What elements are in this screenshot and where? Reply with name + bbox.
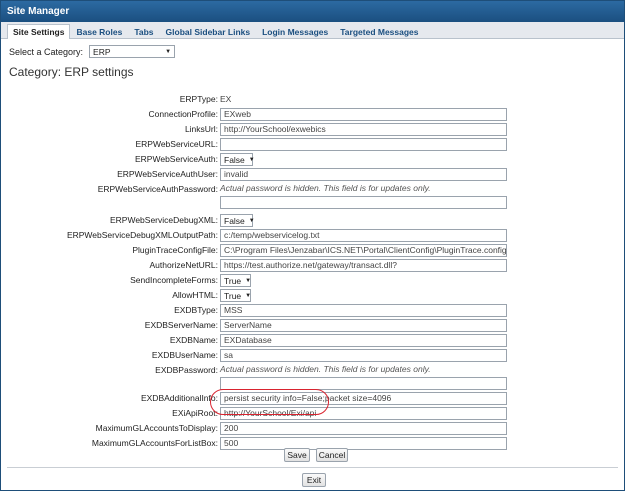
- chevron-down-icon: ▼: [248, 156, 255, 163]
- field-label: EXiApiRoot:: [172, 408, 218, 418]
- row-sendincompleteforms: SendIncompleteForms: True ▼: [1, 274, 625, 289]
- erptype-value: EX: [220, 94, 232, 104]
- chevron-down-icon: ▼: [245, 292, 252, 299]
- category-selector-row: Select a Category: ERP ▼: [9, 45, 176, 58]
- row-exdbusername: EXDBUserName: sa: [1, 349, 625, 364]
- row-exdbtype: EXDBType: MSS: [1, 304, 625, 319]
- field-label: ConnectionProfile:: [148, 109, 218, 119]
- allowhtml-select[interactable]: True ▼: [220, 289, 251, 302]
- row-erpwebserviceurl: ERPWebServiceURL:: [1, 138, 625, 153]
- row-erpwebserviceauthpassword-input: [1, 196, 625, 211]
- erpwebserviceauth-select[interactable]: False ▼: [220, 153, 255, 166]
- maximumglaccountsforlistbox-input[interactable]: 500: [220, 437, 507, 450]
- tab-tabs[interactable]: Tabs: [128, 24, 159, 38]
- field-label: MaximumGLAccountsForListBox:: [91, 438, 218, 448]
- row-allowhtml: AllowHTML: True ▼: [1, 289, 625, 304]
- row-exdbpassword-input: [1, 377, 625, 392]
- field-label: ERPType:: [179, 94, 218, 104]
- field-label: EXDBAdditionalInfo:: [140, 393, 218, 403]
- exiapiroot-input[interactable]: http://YourSchool/Exi/api: [220, 407, 507, 420]
- password-hint: Actual password is hidden. This field is…: [220, 183, 431, 193]
- field-label: LinksUrl:: [184, 124, 218, 134]
- erpwebservicedebugxml-select[interactable]: False ▼: [220, 214, 255, 227]
- tab-bar: Site Settings Base Roles Tabs Global Sid…: [1, 22, 624, 39]
- row-exdbname: EXDBName: EXDatabase: [1, 334, 625, 349]
- password-hint: Actual password is hidden. This field is…: [220, 364, 431, 374]
- row-exiapiroot: EXiApiRoot: http://YourSchool/Exi/api: [1, 407, 625, 422]
- save-button[interactable]: Save: [284, 448, 310, 462]
- select-value: False: [224, 215, 245, 226]
- exdbtype-input[interactable]: MSS: [220, 304, 507, 317]
- row-maximumglaccountstodisplay: MaximumGLAccountsToDisplay: 200: [1, 422, 625, 437]
- maximumglaccountstodisplay-input[interactable]: 200: [220, 422, 507, 435]
- category-select[interactable]: ERP ▼: [89, 45, 176, 58]
- erpwebservicedebugxmloutputpath-input[interactable]: c:/temp/webservicelog.txt: [220, 229, 507, 242]
- chevron-down-icon: ▼: [248, 217, 255, 224]
- page-title: Category: ERP settings: [9, 65, 134, 79]
- exdbadditionalinfo-input[interactable]: persist security info=False;packet size=…: [220, 392, 507, 405]
- field-label: EXDBPassword:: [155, 365, 218, 375]
- site-manager-window: Site Manager Site Settings Base Roles Ta…: [0, 0, 625, 491]
- row-maximumglaccountsforlistbox: MaximumGLAccountsForListBox: 500: [1, 437, 625, 452]
- field-label: ERPWebServiceDebugXMLOutputPath:: [66, 230, 218, 240]
- field-label: PluginTraceConfigFile:: [132, 245, 218, 255]
- field-label: EXDBName:: [169, 335, 218, 345]
- field-label: EXDBUserName:: [151, 350, 218, 360]
- field-label: AuthorizeNetURL:: [149, 260, 218, 270]
- field-label: ERPWebServiceURL:: [135, 139, 218, 149]
- row-erptype: ERPType: EX: [1, 93, 625, 108]
- field-label: EXDBServerName:: [144, 320, 218, 330]
- field-label: ERPWebServiceDebugXML:: [109, 215, 218, 225]
- exdbservername-input[interactable]: ServerName: [220, 319, 507, 332]
- field-label: ERPWebServiceAuthPassword:: [97, 184, 218, 194]
- cancel-button[interactable]: Cancel: [316, 448, 348, 462]
- field-label: MaximumGLAccountsToDisplay:: [95, 423, 218, 433]
- exdbname-input[interactable]: EXDatabase: [220, 334, 507, 347]
- linksurl-input[interactable]: http://YourSchool/exwebics: [220, 123, 507, 136]
- row-exdbadditionalinfo: EXDBAdditionalInfo: persist security inf…: [1, 392, 625, 407]
- sendincompleteforms-select[interactable]: True ▼: [220, 274, 251, 287]
- select-value: True: [224, 290, 242, 301]
- authorizeneturl-input[interactable]: https://test.authorize.net/gateway/trans…: [220, 259, 507, 272]
- tab-base-roles[interactable]: Base Roles: [70, 24, 128, 38]
- field-label: SendIncompleteForms:: [130, 275, 218, 285]
- select-value: False: [224, 154, 245, 165]
- chevron-down-icon: ▼: [245, 277, 252, 284]
- tab-site-settings[interactable]: Site Settings: [7, 24, 71, 39]
- tab-targeted-messages[interactable]: Targeted Messages: [334, 24, 424, 38]
- erpwebserviceurl-input[interactable]: [220, 138, 507, 151]
- select-value: True: [224, 275, 242, 286]
- field-label: ERPWebServiceAuth:: [135, 154, 218, 164]
- tab-global-sidebar-links[interactable]: Global Sidebar Links: [160, 24, 257, 38]
- row-erpwebserviceauthuser: ERPWebServiceAuthUser: invalid: [1, 168, 625, 183]
- erpwebserviceauthuser-input[interactable]: invalid: [220, 168, 507, 181]
- exdbpassword-input[interactable]: [220, 377, 507, 390]
- row-erpwebservicedebugxmloutputpath: ERPWebServiceDebugXMLOutputPath: c:/temp…: [1, 229, 625, 244]
- footer-divider: [7, 467, 618, 468]
- category-label: Select a Category:: [9, 46, 84, 57]
- category-select-value: ERP: [93, 46, 111, 57]
- field-label: EXDBType:: [174, 305, 218, 315]
- exdbusername-input[interactable]: sa: [220, 349, 507, 362]
- row-erpwebservicedebugxml: ERPWebServiceDebugXML: False ▼: [1, 214, 625, 229]
- field-label: ERPWebServiceAuthUser:: [117, 169, 218, 179]
- row-connectionprofile: ConnectionProfile: EXweb: [1, 108, 625, 123]
- window-title: Site Manager: [1, 1, 624, 22]
- tab-login-messages[interactable]: Login Messages: [256, 24, 334, 38]
- plugintraceconfigfile-input[interactable]: C:\Program Files\Jenzabar\ICS.NET\Portal…: [220, 244, 507, 257]
- field-label: AllowHTML:: [172, 290, 218, 300]
- row-exdbservername: EXDBServerName: ServerName: [1, 319, 625, 334]
- row-authorizeneturl: AuthorizeNetURL: https://test.authorize.…: [1, 259, 625, 274]
- connectionprofile-input[interactable]: EXweb: [220, 108, 507, 121]
- row-plugintraceconfigfile: PluginTraceConfigFile: C:\Program Files\…: [1, 244, 625, 259]
- row-linksurl: LinksUrl: http://YourSchool/exwebics: [1, 123, 625, 138]
- chevron-down-icon: ▼: [165, 48, 172, 55]
- row-erpwebserviceauth: ERPWebServiceAuth: False ▼: [1, 153, 625, 168]
- erpwebserviceauthpassword-input[interactable]: [220, 196, 507, 209]
- exit-button[interactable]: Exit: [302, 473, 326, 487]
